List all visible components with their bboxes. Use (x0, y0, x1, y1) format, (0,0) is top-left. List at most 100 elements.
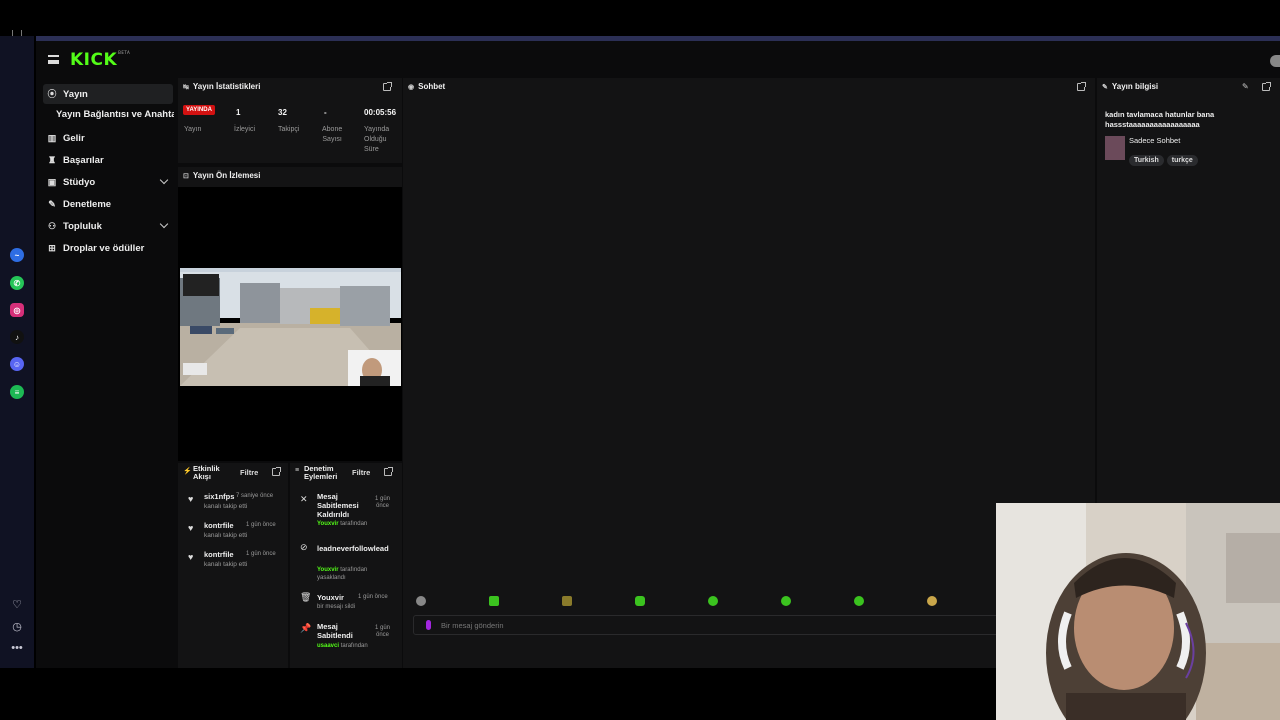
event-username[interactable]: kontrfile (204, 550, 234, 559)
emote-icon[interactable] (927, 596, 937, 606)
chat-icon: ◉ (408, 83, 415, 91)
tag[interactable]: turkçe (1166, 155, 1198, 166)
sidebar-item-community[interactable]: ⚇ Topluluk (43, 216, 173, 236)
emote-bar (416, 596, 1016, 610)
viewer-count: 1 (236, 108, 241, 117)
stream-preview-image (180, 268, 401, 386)
emote-icon[interactable] (489, 596, 499, 606)
emote-icon[interactable] (708, 596, 718, 606)
sidebar-item-studio[interactable]: ▣ Stüdyo (43, 172, 173, 192)
discord-icon[interactable]: ☺ (10, 357, 24, 371)
popout-icon[interactable] (384, 467, 393, 476)
panel-title: Etkinlik Akışı (193, 464, 220, 481)
popout-icon[interactable] (383, 82, 392, 91)
stream-stats-panel: ↹ Yayın İstatistikleri YAYINDA Yayın 1 İz… (178, 78, 402, 163)
messenger-icon[interactable]: ~ (10, 248, 24, 262)
moderation-actions-panel: ≡ Denetim Eylemleri Filtre ✕ Mesaj Sabitle… (290, 463, 402, 668)
kick-logo[interactable]: KICKBETA (70, 50, 130, 70)
whatsapp-icon[interactable]: ✆ (10, 276, 24, 290)
bolt-icon: ⚡ (183, 468, 192, 475)
wrench-icon: ✎ (1102, 83, 1108, 91)
sidebar-item-moderation[interactable]: ✎ Denetleme (43, 194, 173, 214)
stat-label-followers: Takipçi (278, 126, 300, 133)
sidebar-item-label: Gelir (63, 132, 85, 144)
sidebar-item-stream[interactable]: ⦿ Yayın (43, 84, 173, 104)
sub-count: - (324, 108, 327, 117)
live-badge: YAYINDA (183, 105, 215, 115)
menu-icon[interactable] (48, 55, 59, 64)
event-username[interactable]: six1nfps (204, 492, 234, 501)
instagram-icon[interactable]: ◎ (10, 303, 24, 317)
stat-label-viewers: İzleyici (234, 126, 256, 133)
stat-label-stream: Yayın (184, 126, 202, 133)
moderation-filter-button[interactable]: Filtre (352, 468, 370, 477)
sidebar-item-stream-key[interactable]: Yayın Bağlantısı ve Anahtarı (56, 109, 174, 120)
event-time: 1 gün önce (246, 551, 276, 557)
category-name[interactable]: Sadece Sohbet (1129, 136, 1180, 145)
event-time: 1 gün önce (246, 522, 276, 528)
mod-action-text: leadneverfollowlead (317, 544, 389, 553)
mod-time: 1 gün önce (375, 496, 391, 509)
sidebar-item-revenue[interactable]: ▥ Gelir (43, 128, 173, 148)
more-icon[interactable]: ••• (8, 642, 26, 656)
heart-icon[interactable]: ♡ (8, 598, 26, 612)
mic-icon[interactable] (426, 620, 431, 630)
emote-icon[interactable] (416, 596, 426, 606)
chevron-down-icon (159, 219, 169, 229)
popout-icon[interactable] (272, 467, 281, 476)
avatar[interactable] (1270, 55, 1280, 67)
heart-icon: ♥ (188, 494, 194, 504)
tiktok-icon[interactable]: ♪ (10, 330, 24, 344)
sidebar-item-label: Topluluk (63, 220, 102, 232)
edit-icon[interactable]: ✎ (1242, 82, 1249, 91)
popout-icon[interactable] (1262, 82, 1271, 91)
mod-action-text: Mesaj Sabitlendi (317, 622, 353, 640)
heart-icon: ♥ (188, 523, 194, 533)
sidebar-item-achievements[interactable]: ♜ Başarılar (43, 150, 173, 170)
emote-icon[interactable] (854, 596, 864, 606)
spotify-icon[interactable]: ≡ (10, 385, 24, 399)
mod-action-detail: bir mesajı sildi (317, 604, 356, 610)
event-username[interactable]: kontrfile (204, 521, 234, 530)
community-icon: ⚇ (47, 221, 57, 231)
sidebar-item-label: Denetleme (63, 198, 112, 210)
chart-icon: ▥ (47, 133, 57, 143)
stat-label-subs: Abone Sayısı (322, 126, 343, 143)
app-header: KICKBETA (36, 41, 1280, 81)
emote-icon[interactable] (635, 596, 645, 606)
stream-title: kadın tavlamaca hatunlar bana hassstaaaa… (1105, 110, 1215, 129)
broadcast-icon: ⦿ (47, 89, 57, 99)
emote-icon[interactable] (562, 596, 572, 606)
clock-icon[interactable]: ◷ (8, 620, 26, 634)
chevron-down-icon (159, 175, 169, 185)
stream-preview-header: ⊡ Yayın Ön İzlemesi (178, 167, 402, 187)
sidebar-item-label: Stüdyo (63, 176, 96, 188)
chat-panel: ◉ Sohbet (403, 78, 1095, 668)
heart-icon: ♥ (188, 552, 194, 562)
chat-input[interactable]: Bir mesaj gönderin (413, 615, 1093, 635)
webcam-image (996, 503, 1280, 720)
popout-icon[interactable] (1077, 82, 1086, 91)
sidebar: ⦿ Yayın Yayın Bağlantısı ve Anahtarı ▥ G… (36, 82, 176, 668)
activity-filter-button[interactable]: Filtre (240, 468, 258, 477)
activity-feed-panel: ⚡ Etkinlik Akışı Filtre ♥ six1nfps 7 sani… (178, 463, 288, 668)
event-time: 7 saniye önce (236, 493, 274, 499)
event-action: kanalı takip etti (204, 561, 248, 568)
sidebar-item-label: Yayın (63, 88, 88, 100)
emote-icon[interactable] (781, 596, 791, 606)
event-action: kanalı takip etti (204, 503, 248, 510)
mod-by: Youxvir tarafından (317, 521, 368, 527)
studio-icon: ▣ (47, 177, 57, 187)
mod-action-text: Mesaj Sabitlemesi Kaldırıldı (317, 492, 359, 519)
tag[interactable]: Turkish (1129, 155, 1164, 166)
sidebar-item-drops[interactable]: ⊞ Droplar ve ödüller (43, 238, 173, 258)
webcam-overlay (996, 503, 1280, 720)
ban-icon: ⊘ (300, 542, 308, 552)
stream-duration: 00:05:56 (364, 108, 397, 117)
event-action: kanalı takip etti (204, 532, 248, 539)
mod-time: 1 gün önce (375, 625, 391, 638)
browser-top-bar (0, 0, 1280, 38)
category-thumbnail (1105, 136, 1125, 160)
stat-label-duration: Yayında Olduğu Süre (364, 126, 390, 153)
sidebar-item-label: Droplar ve ödüller (63, 242, 145, 254)
